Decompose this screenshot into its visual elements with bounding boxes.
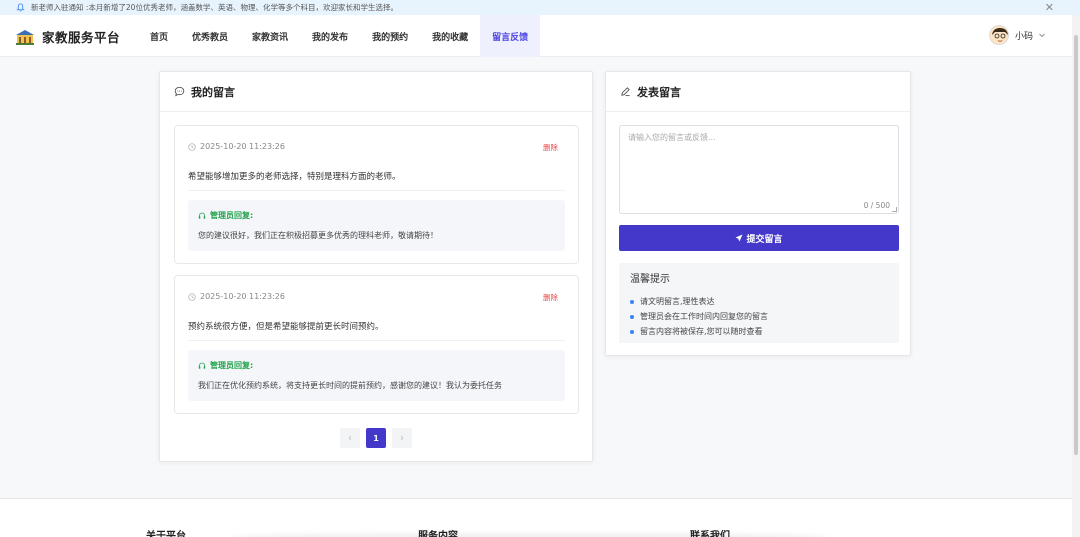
reply-label: 管理员回复: [210,211,254,220]
pen-icon [620,86,631,97]
headset-icon [198,212,206,220]
message-time-text: 2025-10-20 11:23:26 [200,292,285,301]
nav-item-news[interactable]: 家教资讯 [240,15,300,57]
char-counter: 0 / 500 [863,201,890,210]
footer-heading-contact: 联系我们 [690,531,730,537]
user-name: 小码 [1014,31,1033,42]
footer-heading-about: 关于平台 [146,531,186,537]
nav-item-feedback[interactable]: 留言反馈 [480,15,541,57]
reply-text: 我们正在优化预约系统，将支持更长时间的提前预约，感谢您的建议！我认为委托任务 [198,381,502,390]
admin-reply: 管理员回复: 您的建议很好，我们正在积极招募更多优秀的理科老师，敬请期待！ [188,200,565,251]
scrollbar-thumb[interactable] [1074,35,1078,455]
headset-icon [198,362,206,370]
nav-item-home[interactable]: 首页 [138,15,180,57]
message-item: 2025-10-20 11:23:26 删除 希望能够增加更多的老师选择，特别是… [174,125,579,264]
submit-button[interactable]: 提交留言 [619,225,899,251]
admin-reply: 管理员回复: 我们正在优化预约系统，将支持更长时间的提前预约，感谢您的建议！我认… [188,350,565,401]
close-icon[interactable]: ✕ [1045,2,1054,13]
reply-label: 管理员回复: [210,361,254,370]
list-item: 留言内容将被保存,您可以随时查看 [630,324,768,339]
reply-text: 您的建议很好，我们正在积极招募更多优秀的理科老师，敬请期待！ [198,231,438,240]
tips-box: 温馨提示 请文明留言,理性表达 管理员会在工作时间内回复您的留言 留言内容将被保… [619,263,899,343]
delete-button[interactable]: 删除 [543,292,558,303]
nav-item-favorites[interactable]: 我的收藏 [420,15,480,57]
footer-heading-services: 服务内容 [418,531,458,537]
prev-page-button[interactable]: ‹ [340,428,360,448]
message-content: 预约系统很方便，但是希望能够提前更长时间预约。 [188,322,384,332]
post-message-card: 发表留言 请输入您的留言或反馈... 0 / 500 提交留言 温馨提示 请文明… [605,71,911,356]
bell-icon [16,3,25,12]
divider [188,190,565,191]
my-messages-card: 我的留言 2025-10-20 11:23:26 删除 希望能够增加更多的老师选… [159,71,593,462]
chat-bubble-icon [174,86,185,97]
reply-header: 管理员回复: [198,210,253,221]
message-time: 2025-10-20 11:23:26 [188,142,285,151]
reply-header: 管理员回复: [198,360,253,371]
page-button-current[interactable]: 1 [366,428,386,448]
nav-item-teachers[interactable]: 优秀教员 [180,15,240,57]
textarea-placeholder: 请输入您的留言或反馈... [628,133,716,142]
nav-item-my-bookings[interactable]: 我的预约 [360,15,420,57]
message-time: 2025-10-20 11:23:26 [188,292,285,301]
chevron-down-icon [1038,31,1046,39]
pagination: ‹ 1 › [340,428,418,448]
card-header: 我的留言 [160,72,592,112]
scrollbar[interactable] [1072,15,1080,537]
clock-icon [188,142,196,151]
list-item: 管理员会在工作时间内回复您的留言 [630,309,768,324]
submit-label: 提交留言 [746,234,783,245]
nav-item-my-posts[interactable]: 我的发布 [300,15,360,57]
paper-plane-icon [735,234,743,242]
tips-list: 请文明留言,理性表达 管理员会在工作时间内回复您的留言 留言内容将被保存,您可以… [630,294,768,339]
brand[interactable]: 家教服务平台 [15,27,120,46]
divider [188,340,565,341]
footer: 关于平台 服务内容 联系我们 [0,498,1080,537]
card-title: 我的留言 [191,85,235,99]
clock-icon [188,292,196,301]
user-menu[interactable]: 小码 [988,25,1046,45]
tips-title: 温馨提示 [630,274,670,285]
card-title: 发表留言 [637,85,681,99]
message-item: 2025-10-20 11:23:26 删除 预约系统很方便，但是希望能够提前更… [174,275,579,414]
footer-shadow [230,533,830,537]
notice-bar: 新老师入驻通知 :本月新增了20位优秀老师，涵盖数学、英语、物理、化学等多个科目… [0,0,1080,15]
next-page-button[interactable]: › [392,428,412,448]
top-navbar: 家教服务平台 首页 优秀教员 家教资讯 我的发布 我的预约 我的收藏 留言反馈 … [0,15,1080,57]
school-logo-icon [15,29,35,45]
brand-name: 家教服务平台 [42,30,121,45]
card-header: 发表留言 [606,72,910,112]
delete-button[interactable]: 删除 [543,142,558,153]
list-item: 请文明留言,理性表达 [630,294,768,309]
message-textarea[interactable]: 请输入您的留言或反馈... 0 / 500 [619,125,899,214]
resize-handle[interactable] [892,207,897,212]
message-time-text: 2025-10-20 11:23:26 [200,142,285,151]
main-menu: 首页 优秀教员 家教资讯 我的发布 我的预约 我的收藏 留言反馈 [138,15,541,57]
message-content: 希望能够增加更多的老师选择，特别是理科方面的老师。 [188,172,401,182]
avatar [988,25,1009,45]
notice-text: 新老师入驻通知 :本月新增了20位优秀老师，涵盖数学、英语、物理、化学等多个科目… [31,3,398,12]
